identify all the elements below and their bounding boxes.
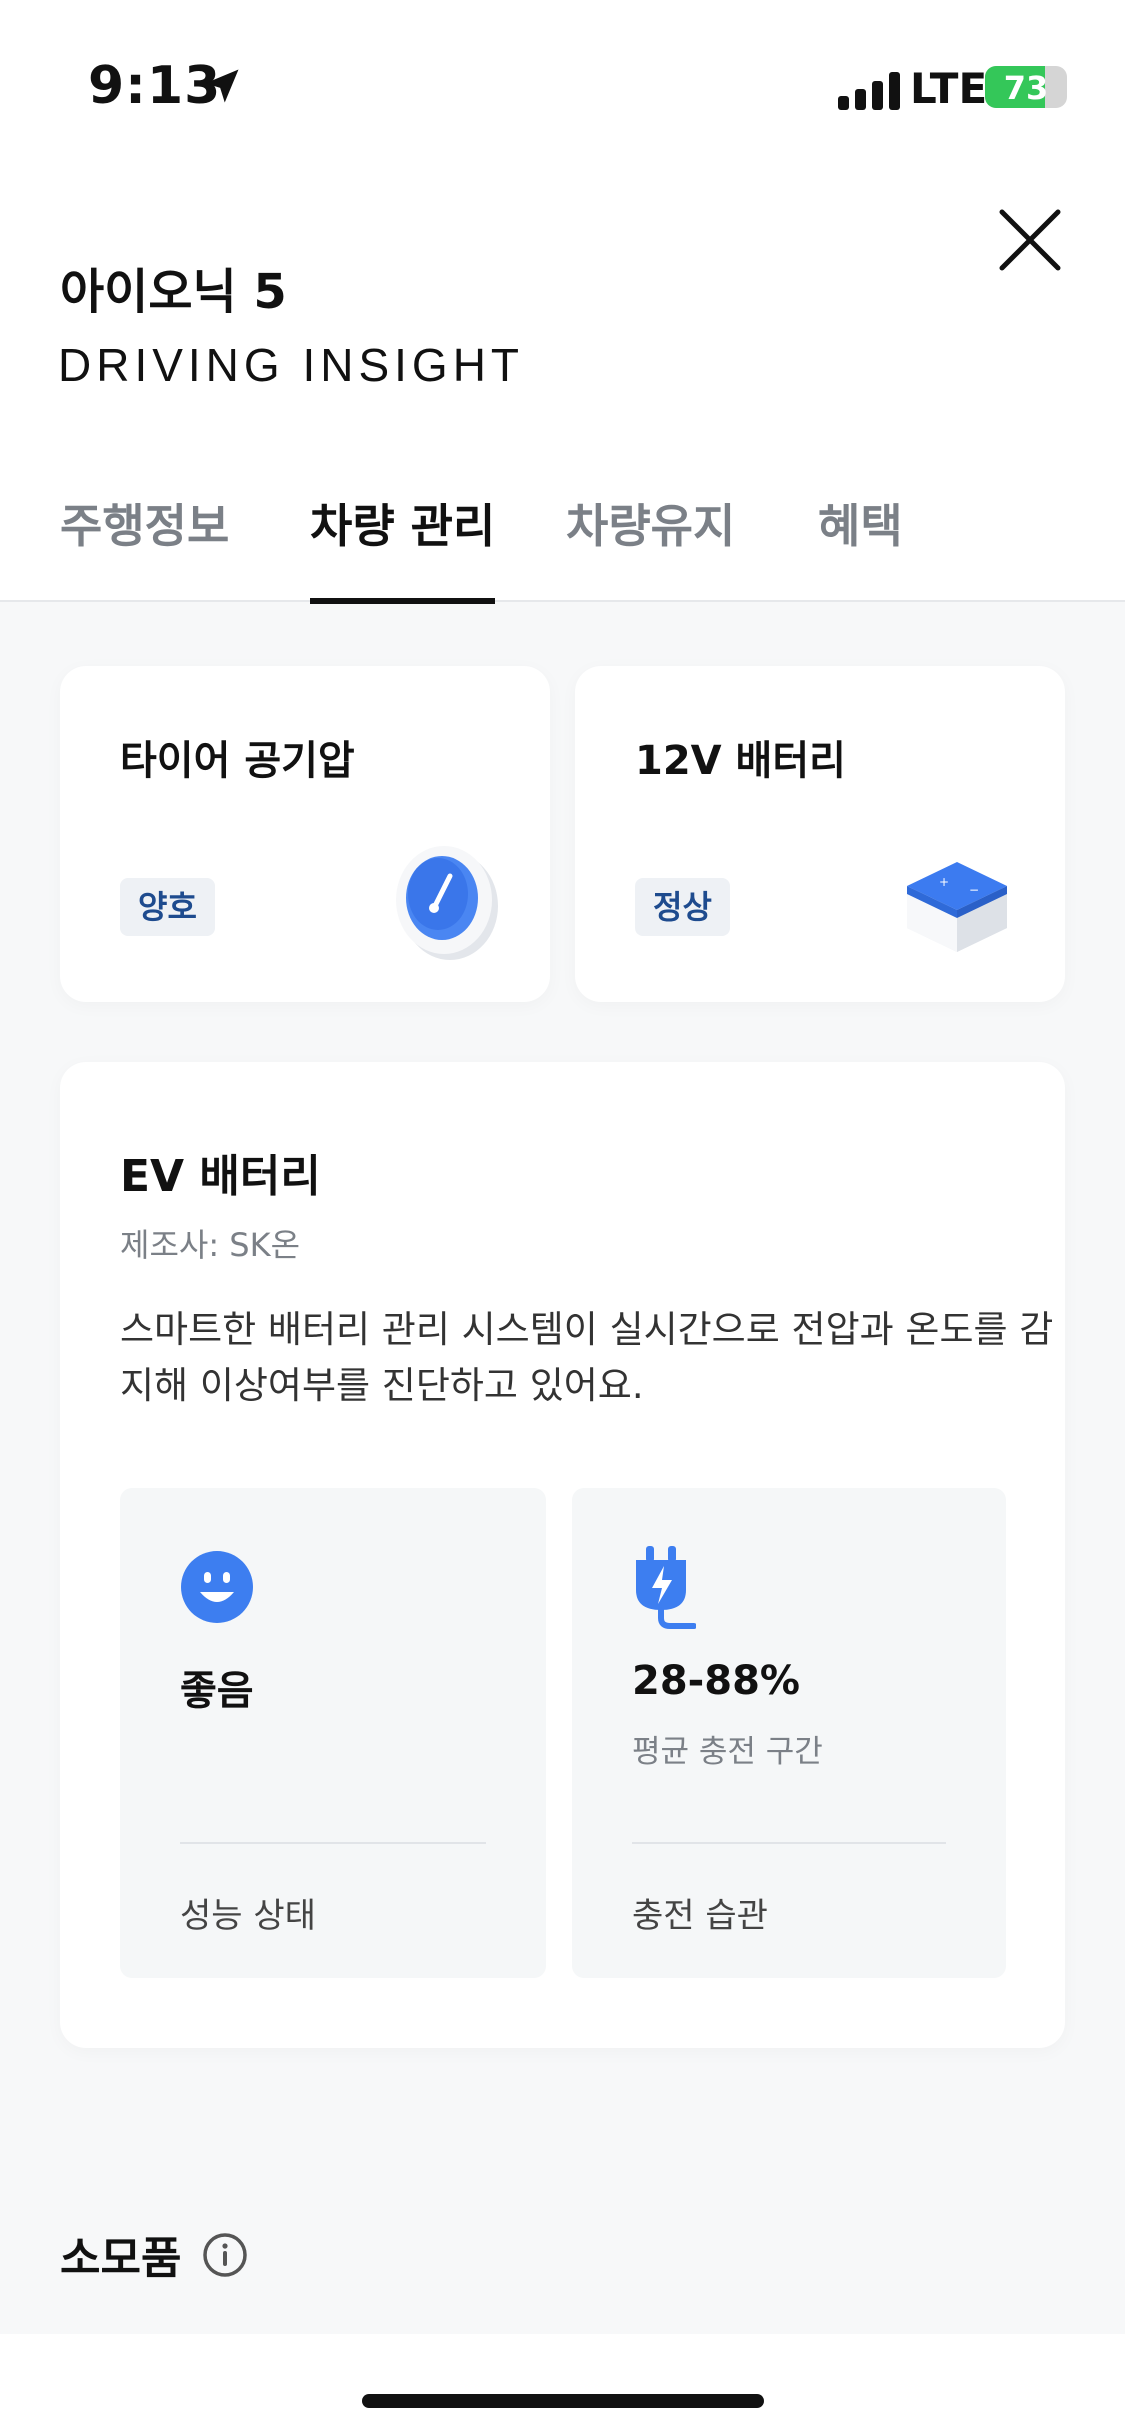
battery-icon: 73: [985, 66, 1067, 108]
tire-pressure-title: 타이어 공기압: [120, 738, 355, 784]
performance-status-panel[interactable]: 좋음 성능 상태: [120, 1488, 546, 1978]
tab-vehicle-maintenance[interactable]: 차량유지: [566, 490, 735, 602]
tire-pressure-card[interactable]: 타이어 공기압 양호: [60, 666, 550, 1002]
performance-label: 성능 상태: [180, 1896, 316, 1936]
brand-title: DRIVING INSIGHT: [58, 339, 525, 391]
charging-habit-panel[interactable]: 28-88% 평균 충전 구간 충전 습관: [572, 1488, 1006, 1978]
network-type: LTE: [910, 64, 988, 113]
tab-vehicle-management[interactable]: 차량 관리: [310, 490, 496, 604]
battery-12v-icon: + −: [907, 862, 1007, 952]
tab-driving-info[interactable]: 주행정보: [60, 490, 229, 602]
charging-range-value: 28-88%: [632, 1658, 801, 1704]
divider: [632, 1842, 946, 1844]
divider: [180, 1842, 486, 1844]
ev-battery-description: 스마트한 배터리 관리 시스템이 실시간으로 전압과 온도를 감지해 이상여부를…: [120, 1308, 1054, 1407]
svg-text:+: +: [939, 875, 949, 889]
vehicle-management-screen: 9:13 LTE 73 아이오닉 5 DRIVING INSIGHT 주행정보 …: [0, 0, 1125, 2436]
home-indicator[interactable]: [362, 2394, 764, 2408]
cellular-signal-icon: [838, 70, 900, 110]
svg-text:−: −: [969, 883, 979, 897]
vehicle-name: 아이오닉 5: [60, 264, 287, 320]
tab-benefits[interactable]: 혜택: [818, 490, 903, 602]
smile-face-icon: [181, 1551, 253, 1623]
charging-habit-label: 충전 습관: [632, 1896, 768, 1936]
ev-battery-card: EV 배터리 제조사: SK온 스마트한 배터리 관리 시스템이 실시간으로 전…: [60, 1062, 1065, 2048]
location-arrow-icon: [205, 69, 239, 103]
charging-range-caption: 평균 충전 구간: [632, 1734, 823, 1770]
info-icon[interactable]: [202, 2232, 248, 2278]
page-header: 아이오닉 5 DRIVING INSIGHT 주행정보 차량 관리 차량유지 혜…: [0, 170, 1125, 604]
battery-percent: 73: [1003, 69, 1049, 107]
close-icon[interactable]: [990, 200, 1070, 280]
status-bar: 9:13 LTE 73: [0, 0, 1125, 170]
battery-12v-title: 12V 배터리: [635, 738, 846, 784]
tab-bar: 주행정보 차량 관리 차량유지 혜택: [0, 490, 1125, 604]
battery-12v-status-badge: 정상: [635, 878, 730, 936]
ev-battery-title: EV 배터리: [120, 1151, 321, 1202]
performance-value: 좋음: [180, 1668, 254, 1714]
accessories-title: 소모품: [60, 2233, 182, 2284]
charging-plug-icon: [636, 1546, 696, 1629]
bottom-safe-area: [0, 2334, 1125, 2436]
battery-12v-card[interactable]: 12V 배터리 정상 + −: [575, 666, 1065, 1002]
tire-gauge-icon: [396, 846, 498, 960]
tire-status-badge: 양호: [120, 878, 215, 936]
ev-battery-maker: 제조사: SK온: [120, 1226, 301, 1264]
